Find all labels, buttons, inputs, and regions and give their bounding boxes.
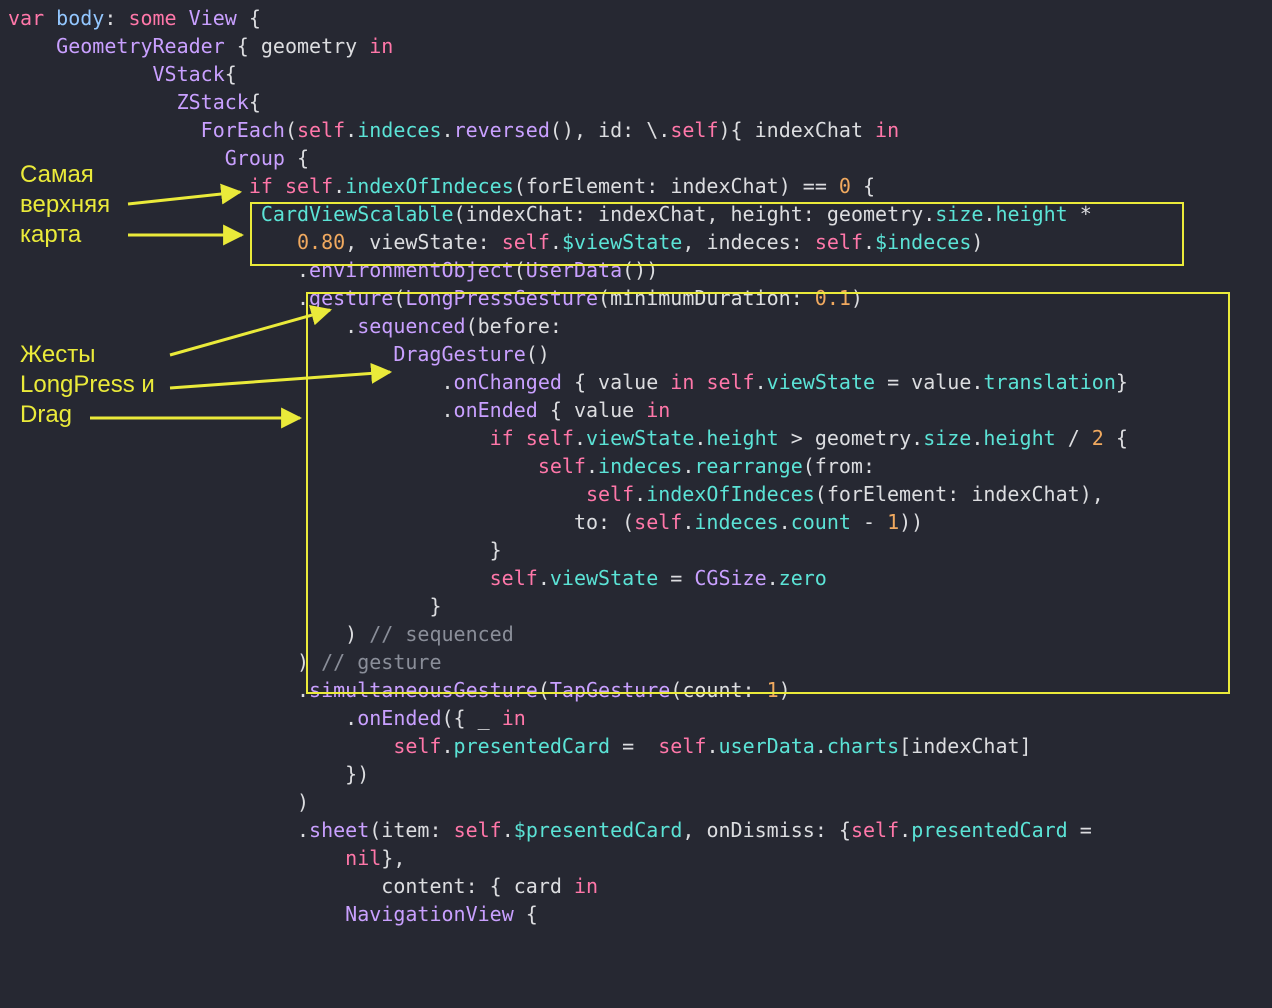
type-foreach: ForEach xyxy=(201,118,285,142)
kw-self: self xyxy=(851,818,899,842)
kw-self: self xyxy=(393,734,441,758)
kw-in: in xyxy=(574,874,598,898)
lbl-id: id: xyxy=(598,118,634,142)
type-vstack: VStack xyxy=(153,62,225,86)
lbl-item: item: xyxy=(381,818,441,842)
kw-self: self xyxy=(670,118,718,142)
kw-some: some xyxy=(128,6,176,30)
fn-sheet: sheet xyxy=(309,818,369,842)
id-indexchat: indexChat xyxy=(670,174,778,198)
op-assign: = xyxy=(622,734,634,758)
id-indexchat: indexChat xyxy=(911,734,1019,758)
annotation-gestures-l2: LongPress и xyxy=(20,371,155,398)
paren-close: ) xyxy=(297,790,309,814)
prop-indeces: indeces xyxy=(357,118,441,142)
annotation-gestures: Жесты LongPress и Drag xyxy=(20,340,155,430)
op-eqeq: == xyxy=(803,174,827,198)
type-navview: NavigationView xyxy=(345,902,514,926)
fn-indexof: indexOfIndeces xyxy=(345,174,514,198)
prop-presentedcard: presentedCard xyxy=(454,734,611,758)
annotation-topcard-l2: верхняя xyxy=(20,191,110,218)
lbl-content: content: xyxy=(381,874,477,898)
code-annotated-figure: { "annotations": { "note1_line1": "Самая… xyxy=(0,0,1272,1008)
lbl-forelem: forElement: xyxy=(526,174,658,198)
kw-in: in xyxy=(875,118,899,142)
type-view: View xyxy=(189,6,237,30)
prop-userdata: userData xyxy=(718,734,814,758)
prop-presentedcard: $presentedCard xyxy=(514,818,683,842)
prop-charts: charts xyxy=(827,734,899,758)
fn-onended: onEnded xyxy=(357,706,441,730)
annotation-topcard: Самая верхняя карта xyxy=(20,160,110,250)
fn-reversed: reversed xyxy=(454,118,550,142)
kw-self: self xyxy=(658,734,706,758)
close-braceparen: }) xyxy=(345,762,369,786)
highlight-box-gesture xyxy=(306,292,1230,694)
op-assign: = xyxy=(1080,818,1092,842)
kw-self: self xyxy=(454,818,502,842)
id-underscore: _ xyxy=(478,706,490,730)
kw-if: if xyxy=(249,174,273,198)
kw-self: self xyxy=(297,118,345,142)
highlight-box-cardview xyxy=(250,202,1184,266)
kw-nil: nil xyxy=(345,846,381,870)
id-card: card xyxy=(514,874,562,898)
annotation-topcard-l3: карта xyxy=(20,221,81,248)
annotation-gestures-l1: Жесты xyxy=(20,341,95,368)
kw-in: in xyxy=(502,706,526,730)
prop-presentedcard: presentedCard xyxy=(911,818,1068,842)
lbl-ondismiss: onDismiss: xyxy=(706,818,826,842)
prop-body: body xyxy=(56,6,104,30)
type-zstack: ZStack xyxy=(177,90,249,114)
type-georeader: GeometryReader xyxy=(56,34,225,58)
type-group: Group xyxy=(225,146,285,170)
kw-self: self xyxy=(285,174,333,198)
annotation-topcard-l1: Самая xyxy=(20,161,94,188)
num-zero: 0 xyxy=(839,174,851,198)
keypath: \. xyxy=(646,118,670,142)
annotation-gestures-l3: Drag xyxy=(20,401,72,428)
id-geom: geometry xyxy=(261,34,357,58)
kw-in: in xyxy=(369,34,393,58)
kw-var: var xyxy=(8,6,44,30)
id-indexchat: indexChat xyxy=(755,118,863,142)
